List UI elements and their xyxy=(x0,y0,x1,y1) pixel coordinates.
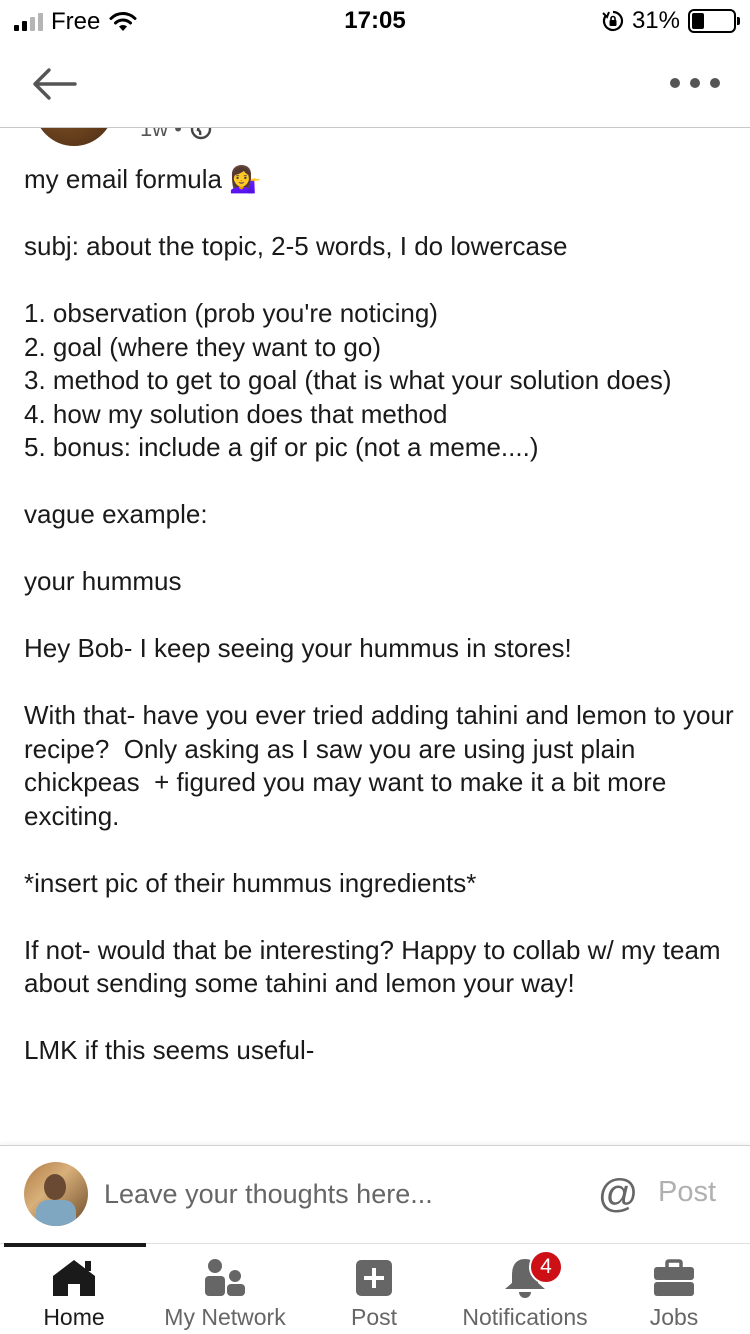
notification-badge: 4 xyxy=(529,1250,563,1284)
tab-label: Home xyxy=(43,1304,105,1330)
battery-percent: 31% xyxy=(631,7,680,34)
post-text-line: LMK if this seems useful- xyxy=(24,1035,315,1065)
post-author-header: 1w • xyxy=(0,128,750,148)
home-icon xyxy=(50,1256,98,1300)
back-button[interactable] xyxy=(28,62,80,106)
status-right: 31% xyxy=(602,7,740,35)
tab-label: Jobs xyxy=(649,1304,699,1330)
more-dot-icon xyxy=(690,78,700,88)
globe-icon xyxy=(190,128,212,140)
post-text-line: subj: about the topic, 2-5 words, I do l… xyxy=(24,231,568,261)
tab-notifications[interactable]: 4 Notifications xyxy=(450,1244,600,1334)
post-timestamp: 1w • xyxy=(140,128,182,141)
post-text-line: 4. how my solution does that method xyxy=(24,398,448,429)
post-text-line: 5. bonus: include a gif or pic (not a me… xyxy=(24,432,539,462)
bottom-tab-bar: Home My Network Post 4 Notifications Job… xyxy=(0,1243,750,1334)
top-nav-bar xyxy=(0,42,750,128)
post-text-line: Hey Bob- I keep seeing your hummus in st… xyxy=(24,633,572,663)
post-plus-icon xyxy=(350,1256,398,1300)
post-text-line: If not- would that be interesting? Happy… xyxy=(24,934,728,999)
rotation-lock-icon xyxy=(602,10,624,32)
post-text-line: 2. goal (where they want to go) xyxy=(24,331,381,362)
post-text-line: my email formula 💁‍♀️ xyxy=(24,164,262,194)
post-text-line: your hummus xyxy=(24,566,182,596)
status-bar: Free 17:05 31% xyxy=(0,0,750,42)
user-avatar[interactable] xyxy=(24,1162,88,1226)
post-text-line: 3. method to get to goal (that is what y… xyxy=(24,365,672,395)
tab-post[interactable]: Post xyxy=(324,1244,424,1334)
network-icon xyxy=(201,1256,249,1300)
post-text-line: 1. observation (prob you're noticing) xyxy=(24,298,438,328)
post-comment-button[interactable]: Post xyxy=(658,1176,716,1209)
at-icon: @ xyxy=(597,1172,639,1216)
more-dot-icon xyxy=(710,78,720,88)
tab-home[interactable]: Home xyxy=(24,1244,124,1334)
battery-icon xyxy=(688,9,740,33)
briefcase-icon xyxy=(650,1256,698,1300)
bell-icon: 4 xyxy=(501,1250,563,1300)
post-body: my email formula 💁‍♀️ subj: about the top… xyxy=(24,163,736,1145)
post-text-line: With that- have you ever tried adding ta… xyxy=(24,700,734,831)
post-text-line: vague example: xyxy=(24,499,208,529)
tab-my-network[interactable]: My Network xyxy=(150,1244,300,1334)
tab-label: Post xyxy=(350,1304,398,1330)
back-arrow-icon xyxy=(33,68,77,100)
post-text-line: *insert pic of their hummus ingredients* xyxy=(24,867,477,898)
post-meta: 1w • xyxy=(140,128,212,142)
author-avatar[interactable] xyxy=(34,128,114,146)
comment-input[interactable] xyxy=(104,1174,574,1214)
tab-label: Notifications xyxy=(462,1304,588,1330)
more-options-button[interactable] xyxy=(670,68,720,98)
more-dot-icon xyxy=(670,78,680,88)
tab-label: My Network xyxy=(164,1304,286,1330)
tab-jobs[interactable]: Jobs xyxy=(624,1244,724,1334)
mention-button[interactable]: @ xyxy=(596,1172,640,1216)
comment-bar: @ Post xyxy=(0,1145,750,1243)
